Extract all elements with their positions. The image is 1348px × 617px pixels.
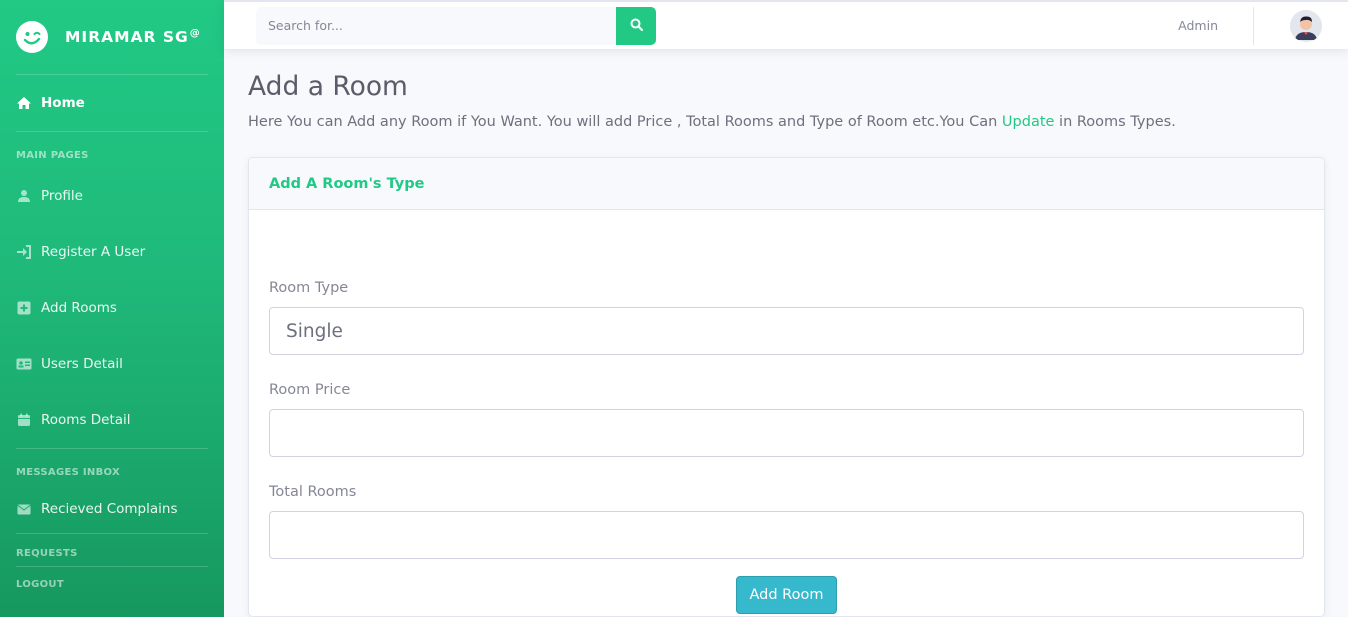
sidebar-divider (16, 131, 208, 132)
description-text: Here You can Add any Room if You Want. Y… (248, 114, 1002, 130)
home-icon (16, 96, 32, 110)
card-header: Add A Room's Type (249, 158, 1324, 210)
room-type-field[interactable] (269, 307, 1304, 355)
app-wrapper: MIRAMAR SG@ Home MAIN PAGES Profile Regi… (0, 0, 1348, 617)
update-link[interactable]: Update (1002, 114, 1055, 130)
calendar-icon (16, 413, 32, 427)
total-rooms-field[interactable] (269, 511, 1304, 559)
sidebar-heading: MAIN PAGES (16, 150, 89, 161)
sidebar-item-label: Add Rooms (41, 300, 117, 316)
room-price-field[interactable] (269, 409, 1304, 457)
add-room-card: Add A Room's Type Room Type Room Price T… (248, 157, 1325, 617)
brand[interactable]: MIRAMAR SG@ (0, 0, 224, 74)
search-input[interactable] (256, 6, 616, 45)
user-icon (16, 189, 32, 203)
avatar[interactable] (1290, 9, 1322, 42)
brand-name-sup: @ (189, 27, 201, 39)
topbar-divider (1253, 6, 1254, 45)
sidebar-item-profile[interactable]: Profile (0, 168, 224, 224)
sidebar-item-rooms-detail[interactable]: Rooms Detail (0, 392, 224, 448)
sidebar-item-label: Rooms Detail (41, 412, 131, 428)
sidebar-item-home[interactable]: Home (0, 75, 224, 131)
topbar-user-area: Admin (1178, 2, 1348, 49)
page-content: Add a Room Here You can Add any Room if … (224, 49, 1348, 617)
sidebar-heading-requests[interactable]: REQUESTS (0, 542, 224, 566)
wink-face-logo-icon (16, 21, 48, 53)
topbar: Admin (224, 0, 1348, 49)
page-title: Add a Room (248, 71, 408, 102)
total-rooms-label: Total Rooms (269, 484, 357, 500)
card-body: Room Type Room Price Total Rooms Add Roo… (249, 210, 1324, 614)
room-type-group: Room Type (269, 280, 1304, 382)
sidebar-item-users-detail[interactable]: Users Detail (0, 336, 224, 392)
search-form (256, 6, 656, 45)
sidebar-item-add-rooms[interactable]: Add Rooms (0, 280, 224, 336)
room-type-label: Room Type (269, 280, 349, 296)
user-name[interactable]: Admin (1178, 18, 1218, 33)
sidebar-item-label: Users Detail (41, 356, 123, 372)
sidebar-heading: MESSAGES INBOX (16, 467, 120, 478)
room-price-label: Room Price (269, 382, 351, 398)
sidebar-divider (16, 448, 208, 449)
total-rooms-group: Total Rooms (269, 484, 1304, 586)
add-room-button[interactable]: Add Room (735, 576, 838, 614)
envelope-icon (16, 502, 32, 516)
main-area: Admin Add a Room Here You can Add any Ro… (224, 0, 1348, 617)
sidebar: MIRAMAR SG@ Home MAIN PAGES Profile Regi… (0, 0, 224, 617)
sidebar-item-complains[interactable]: Recieved Complains (0, 485, 224, 533)
page-description: Here You can Add any Room if You Want. Y… (248, 114, 1325, 130)
sidebar-divider (16, 533, 208, 534)
plus-square-icon (16, 301, 32, 315)
sidebar-heading-logout[interactable]: LOGOUT (0, 573, 224, 597)
user-avatar-icon (1290, 9, 1322, 42)
sidebar-item-label: Home (41, 95, 85, 111)
sign-in-icon (16, 245, 32, 259)
sidebar-item-label: Recieved Complains (41, 501, 178, 517)
id-card-icon (16, 357, 32, 371)
room-price-group: Room Price (269, 382, 1304, 484)
brand-name: MIRAMAR SG@ (65, 28, 201, 46)
sidebar-divider (16, 566, 208, 567)
sidebar-item-register-user[interactable]: Register A User (0, 224, 224, 280)
search-button[interactable] (616, 6, 656, 45)
brand-name-text: MIRAMAR SG (65, 28, 189, 47)
sidebar-item-label: Register A User (41, 244, 146, 260)
sidebar-item-label: Profile (41, 188, 83, 204)
search-icon (630, 18, 643, 34)
description-text-end: in Rooms Types. (1054, 114, 1176, 130)
